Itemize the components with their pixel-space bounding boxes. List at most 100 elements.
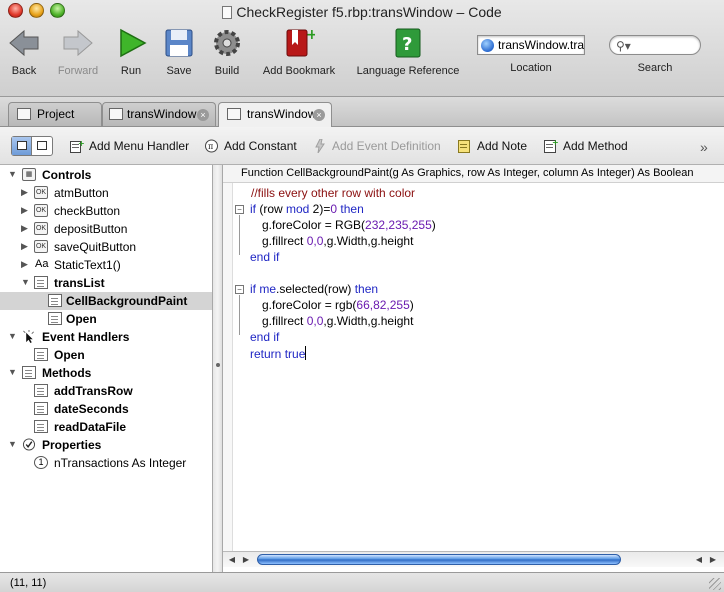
editor-gutter (223, 183, 233, 551)
code-view-icon (37, 141, 47, 150)
project-icon (17, 108, 31, 120)
disclosure-closed-icon[interactable]: ▶ (21, 187, 28, 198)
tree-item-methods[interactable]: ▼ Methods (0, 364, 212, 382)
add-event-definition-button[interactable]: Add Event Definition (313, 139, 441, 153)
tree-item-open-window[interactable]: Open (0, 346, 212, 364)
svg-text:+: + (78, 139, 84, 148)
code-browser-tree: ▼ ▦ Controls ▶ OK atmButton ▶ OK checkBu… (0, 165, 213, 572)
window-title: CheckRegister f5.rbp:transWindow – Code (0, 4, 724, 20)
disclosure-closed-icon[interactable]: ▶ (21, 241, 28, 252)
run-button[interactable]: Run (116, 27, 147, 77)
resize-grip-icon[interactable] (709, 578, 721, 590)
add-method-button[interactable]: + Add Method (544, 139, 628, 153)
forward-button[interactable]: Forward (54, 27, 102, 77)
build-button[interactable]: Build (210, 27, 244, 77)
code-line-endif: end if (250, 330, 280, 344)
save-button[interactable]: Save (162, 27, 196, 77)
disclosure-closed-icon[interactable]: ▶ (21, 223, 28, 234)
menu-handler-icon: + (70, 139, 84, 153)
help-book-icon: ? (395, 28, 421, 58)
fold-toggle-icon[interactable]: − (235, 285, 244, 294)
add-note-button[interactable]: Add Note (458, 139, 527, 153)
document-icon (222, 6, 233, 19)
status-bar: (11, 11) (0, 572, 724, 592)
scroll-left-icon[interactable]: ◀ (693, 553, 705, 566)
code-line-return: return true (250, 346, 307, 361)
toolbar-overflow-icon[interactable]: » (700, 139, 708, 155)
scroll-left-icon[interactable]: ◀ (226, 553, 238, 566)
language-reference-button[interactable]: ? Language Reference (352, 27, 464, 77)
scrollbar-thumb[interactable] (257, 554, 621, 565)
tree-item-statictext1[interactable]: ▶ Aa StaticText1() (0, 256, 212, 274)
tree-item-dateseconds[interactable]: dateSeconds (0, 400, 212, 418)
forward-arrow-icon (63, 29, 93, 57)
horizontal-scrollbar[interactable]: ◀ ▶ ◀ ▶ (223, 551, 724, 567)
listbox-icon (34, 276, 48, 289)
add-constant-button[interactable]: π Add Constant (205, 139, 297, 153)
cursor-click-icon (23, 330, 34, 343)
checkmark-circle-icon (22, 438, 36, 451)
tab-project[interactable]: Project (8, 102, 102, 126)
tree-item-addtransrow[interactable]: addTransRow (0, 382, 212, 400)
lightning-icon (315, 139, 325, 153)
disclosure-open-icon[interactable]: ▼ (8, 367, 17, 377)
tree-item-open-translist[interactable]: Open (0, 310, 212, 328)
disclosure-open-icon[interactable]: ▼ (21, 277, 30, 287)
browser-view-button[interactable] (12, 137, 32, 155)
location-field[interactable]: transWindow.tra (477, 35, 585, 55)
tab-transwindow-code[interactable]: transWindow × (218, 102, 332, 127)
tree-item-cellbackgroundpaint[interactable]: CellBackgroundPaint (0, 292, 212, 310)
method-icon: + (544, 139, 558, 153)
scroll-right-icon[interactable]: ▶ (707, 553, 719, 566)
code-comment: //fills every other row with color (251, 186, 416, 200)
method-icon (34, 402, 48, 415)
pushbutton-icon: OK (34, 222, 48, 235)
search-input[interactable]: ⚲▾ (609, 35, 701, 55)
tree-item-savequitbutton[interactable]: ▶ OK saveQuitButton (0, 238, 212, 256)
view-mode-toggle[interactable] (11, 136, 53, 156)
disclosure-closed-icon[interactable]: ▶ (21, 205, 28, 216)
tree-item-translist[interactable]: ▼ transList (0, 274, 212, 292)
tree-item-checkbutton[interactable]: ▶ OK checkButton (0, 202, 212, 220)
pane-splitter[interactable] (213, 165, 223, 572)
browser-view-icon (17, 141, 27, 150)
code-line-forecolor: g.foreColor = rgb(66,82,255) (262, 298, 414, 312)
event-icon (48, 312, 62, 325)
code-line-if-selected: if me.selected(row) then (250, 282, 379, 296)
text-caret (305, 346, 307, 360)
fold-guide (239, 215, 240, 255)
disclosure-open-icon[interactable]: ▼ (8, 169, 17, 179)
add-menu-handler-button[interactable]: + Add Menu Handler (70, 139, 189, 153)
floppy-disk-icon (165, 29, 193, 57)
code-view-button[interactable] (32, 137, 52, 155)
disclosure-open-icon[interactable]: ▼ (8, 439, 17, 449)
tree-item-event-handlers[interactable]: ▼ Event Handlers (0, 328, 212, 346)
disclosure-open-icon[interactable]: ▼ (8, 331, 17, 341)
tree-item-atmbutton[interactable]: ▶ OK atmButton (0, 184, 212, 202)
close-tab-icon[interactable]: × (197, 109, 209, 121)
methods-icon (22, 366, 36, 379)
close-tab-icon[interactable]: × (313, 109, 325, 121)
svg-text:π: π (208, 142, 213, 151)
event-icon (48, 294, 62, 307)
tree-item-properties[interactable]: ▼ Properties (0, 436, 212, 454)
back-button[interactable]: Back (6, 27, 42, 77)
add-bookmark-button[interactable]: + Add Bookmark (258, 27, 340, 77)
scroll-right-icon[interactable]: ▶ (240, 553, 252, 566)
pushbutton-icon: OK (34, 240, 48, 253)
magnifier-icon: ⚲▾ (616, 39, 631, 53)
tree-item-readdatafile[interactable]: readDataFile (0, 418, 212, 436)
disclosure-closed-icon[interactable]: ▶ (21, 259, 28, 270)
tree-item-controls[interactable]: ▼ ▦ Controls (0, 166, 212, 184)
pi-constant-icon: π (205, 139, 218, 153)
tab-transwindow-layout[interactable]: transWindow × (102, 102, 216, 126)
code-line-fillrect: g.fillrect 0,0,g.Width,g.height (262, 234, 414, 248)
window-icon (109, 108, 123, 120)
splitter-handle-icon[interactable] (216, 363, 220, 367)
tree-item-ntransactions[interactable]: 1 nTransactions As Integer (0, 454, 212, 472)
code-editor[interactable]: Function CellBackgroundPaint(g As Graphi… (223, 165, 724, 572)
title-bar: CheckRegister f5.rbp:transWindow – Code (0, 0, 724, 24)
tree-item-depositbutton[interactable]: ▶ OK depositButton (0, 220, 212, 238)
window-toolbar: CheckRegister f5.rbp:transWindow – Code … (0, 0, 724, 97)
fold-toggle-icon[interactable]: − (235, 205, 244, 214)
